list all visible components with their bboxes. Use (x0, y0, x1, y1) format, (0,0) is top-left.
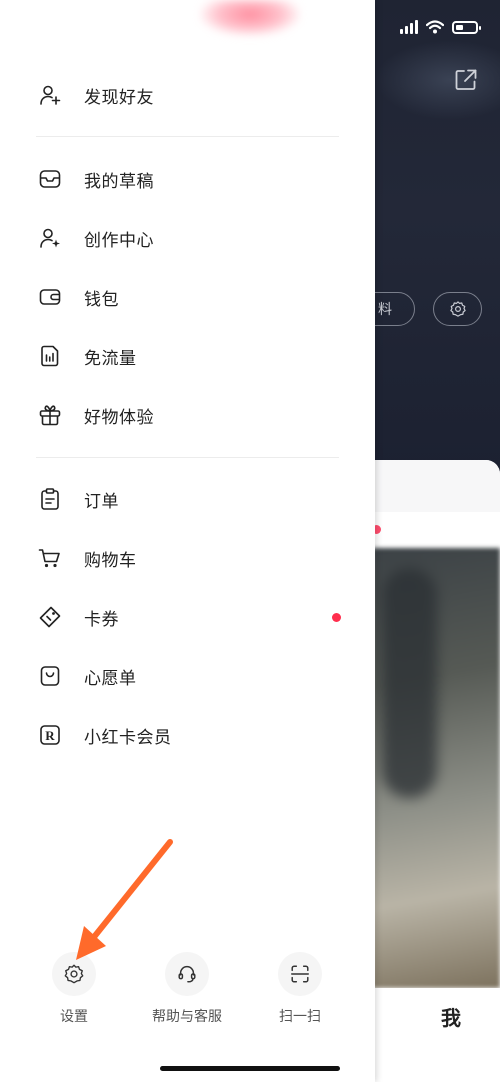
creator-icon (38, 226, 62, 250)
cart-icon (38, 546, 62, 570)
share-icon[interactable] (454, 68, 478, 92)
add-friend-icon (38, 83, 62, 107)
menu-item-find-friends[interactable]: 发现好友 (0, 73, 375, 117)
menu-item-label: 购物车 (84, 550, 137, 571)
menu-item-red-card-membership[interactable]: R 小红卡会员 (0, 713, 375, 757)
menu-item-label: 心愿单 (84, 668, 137, 689)
signal-icon (400, 20, 418, 34)
menu-item-cart[interactable]: 购物车 (0, 536, 375, 580)
menu-item-label: 创作中心 (84, 230, 154, 251)
inbox-tray-icon (38, 167, 62, 191)
battery-icon (452, 20, 481, 34)
menu-item-label: 发现好友 (84, 87, 154, 108)
note-cover-image[interactable] (372, 548, 500, 988)
screen: 料 我 发现好友 我的草稿 创作中心 钱包 免流量 好物体验 订单 购物车 卡券… (0, 0, 500, 1082)
menu-item-label: 小红卡会员 (84, 727, 172, 748)
menu-item-orders[interactable]: 订单 (0, 477, 375, 521)
wallet-icon (38, 285, 62, 309)
menu-item-creator-center[interactable]: 创作中心 (0, 216, 375, 260)
scan-label: 扫一扫 (279, 1009, 321, 1025)
home-indicator (160, 1066, 340, 1071)
settings-label: 设置 (60, 1009, 88, 1025)
gear-icon (64, 964, 84, 984)
help-icon-circle (165, 952, 209, 996)
help-support-button[interactable]: 帮助与客服 (127, 952, 247, 1026)
clipboard-icon (38, 487, 62, 511)
side-drawer: 发现好友 我的草稿 创作中心 钱包 免流量 好物体验 订单 购物车 卡券 心愿单… (0, 0, 375, 1082)
menu-item-label: 钱包 (84, 289, 119, 310)
settings-button[interactable]: 设置 (14, 952, 134, 1026)
menu-item-label: 我的草稿 (84, 171, 154, 192)
settings-icon-circle (52, 952, 96, 996)
menu-item-label: 好物体验 (84, 407, 154, 428)
menu-item-wishlist[interactable]: 心愿单 (0, 654, 375, 698)
menu-item-free-data[interactable]: 免流量 (0, 334, 375, 378)
coupon-badge-dot (332, 613, 341, 622)
wishlist-bag-icon (38, 664, 62, 688)
menu-item-label: 卡券 (84, 609, 119, 630)
divider (36, 136, 339, 137)
gear-icon (449, 301, 466, 317)
divider (36, 457, 339, 458)
tab-me-label: 我 (441, 1006, 461, 1030)
annotation-arrow (76, 839, 173, 960)
tab-me[interactable]: 我 (375, 988, 500, 1082)
coupon-tag-icon (38, 605, 62, 629)
scan-icon (291, 965, 309, 983)
data-card-icon (38, 344, 62, 368)
scan-button[interactable]: 扫一扫 (240, 952, 360, 1026)
help-support-label: 帮助与客服 (152, 1009, 222, 1025)
wifi-icon (426, 20, 444, 34)
menu-item-product-trial[interactable]: 好物体验 (0, 393, 375, 437)
menu-item-label: 免流量 (84, 348, 137, 369)
svg-text:R: R (45, 728, 55, 743)
menu-item-drafts[interactable]: 我的草稿 (0, 157, 375, 201)
avatar[interactable] (200, 0, 300, 36)
menu-item-wallet[interactable]: 钱包 (0, 275, 375, 319)
headset-icon (178, 965, 196, 983)
scan-icon-circle (278, 952, 322, 996)
menu-item-label: 订单 (84, 491, 119, 512)
menu-item-coupons[interactable]: 卡券 (0, 595, 375, 639)
gift-icon (38, 403, 62, 427)
status-bar (400, 20, 481, 34)
profile-settings-button[interactable] (433, 292, 482, 326)
r-badge-icon: R (38, 723, 62, 747)
